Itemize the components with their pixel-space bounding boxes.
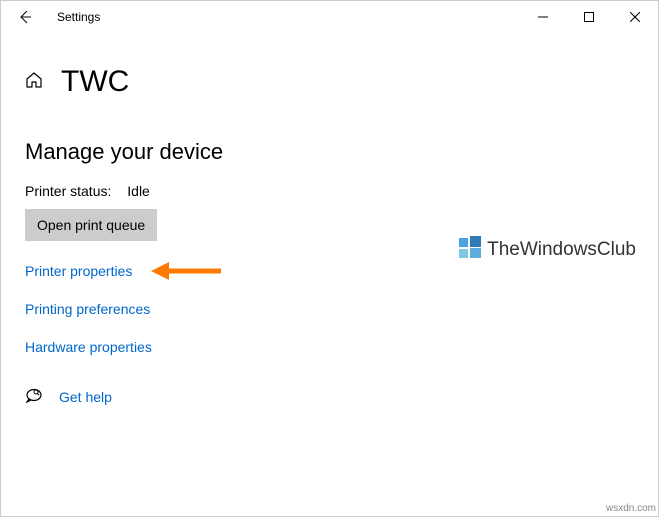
get-help-row: Get help (25, 385, 634, 408)
section-heading: Manage your device (25, 139, 634, 165)
content-area: TWC Manage your device Printer status: I… (1, 33, 658, 428)
page-header: TWC (25, 65, 634, 99)
source-tag: wsxdn.com (606, 503, 656, 514)
titlebar: Settings (1, 1, 658, 33)
watermark-logo-icon (459, 236, 481, 264)
open-print-queue-button[interactable]: Open print queue (25, 209, 157, 241)
watermark: TheWindowsClub (459, 236, 636, 264)
close-button[interactable] (612, 1, 658, 33)
close-icon (630, 12, 640, 22)
maximize-button[interactable] (566, 1, 612, 33)
maximize-icon (584, 12, 594, 22)
hardware-properties-link[interactable]: Hardware properties (25, 339, 634, 355)
printer-status-row: Printer status: Idle (25, 183, 634, 199)
printing-preferences-link[interactable]: Printing preferences (25, 301, 634, 317)
status-value: Idle (127, 183, 150, 199)
printer-properties-link[interactable]: Printer properties (25, 263, 634, 279)
help-icon (25, 385, 43, 408)
back-arrow-icon (17, 9, 33, 25)
window-controls (520, 1, 658, 33)
back-button[interactable] (9, 1, 41, 33)
status-label: Printer status: (25, 183, 111, 199)
window-title: Settings (57, 10, 100, 24)
page-title: TWC (61, 65, 129, 99)
minimize-icon (538, 12, 548, 22)
watermark-text: TheWindowsClub (487, 239, 636, 261)
home-icon[interactable] (25, 71, 43, 94)
get-help-link[interactable]: Get help (59, 389, 112, 405)
minimize-button[interactable] (520, 1, 566, 33)
